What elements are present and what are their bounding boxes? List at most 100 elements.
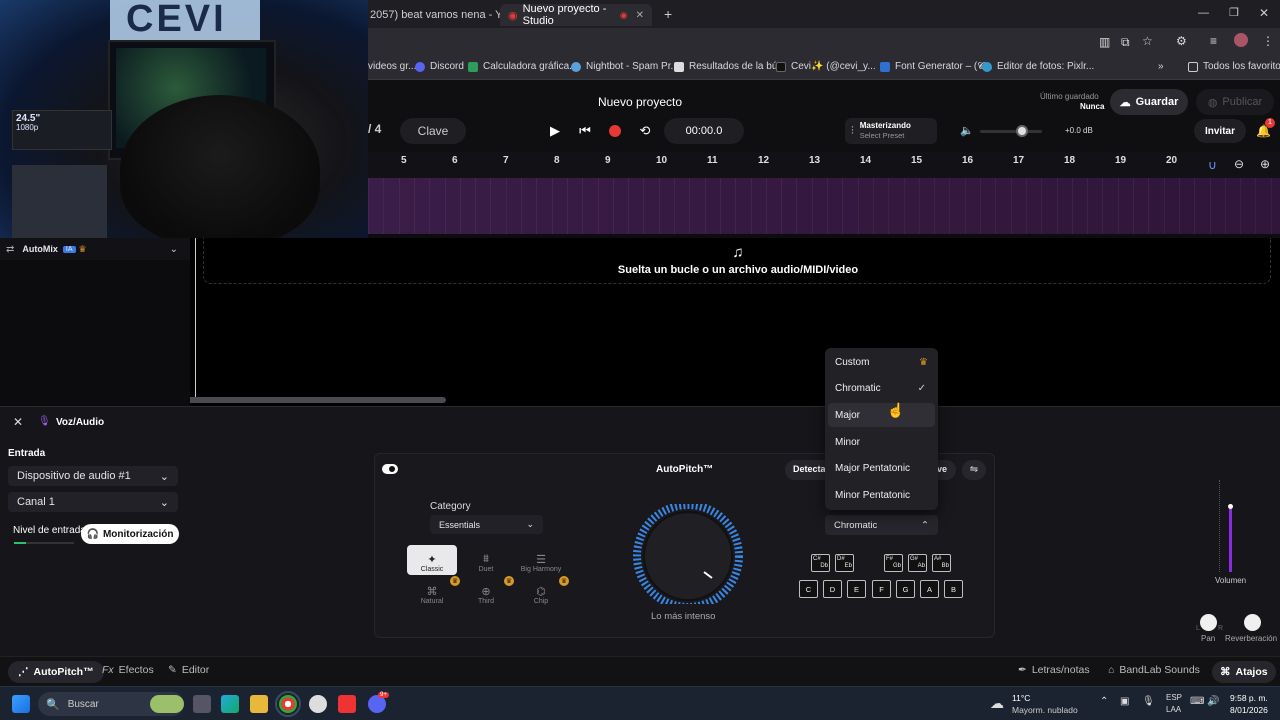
skip-back-button[interactable]: ⏮ [575,121,595,141]
new-tab-button[interactable]: + [664,6,672,22]
key-f-sharp[interactable]: F# Gb [884,554,903,572]
scale-option-major-pentatonic[interactable]: Major Pentatonic [825,456,938,480]
chrome-icon[interactable] [275,691,301,717]
key-c-sharp[interactable]: C# Db [811,554,830,572]
master-volume-slider[interactable] [980,130,1042,133]
bookmark-discord[interactable]: Discord [415,61,464,72]
speaker-icon[interactable]: 🔊 [1207,696,1219,707]
more-bookmarks-icon[interactable]: » [1158,61,1164,72]
reading-icon[interactable]: ▥ [1099,35,1110,49]
bookmark-item[interactable]: Nightbot - Spam Pr... [571,61,679,72]
zoom-in-icon[interactable]: ⊕ [1260,157,1270,171]
play-button[interactable]: ▶ [545,121,565,141]
media-icon[interactable]: ≡ [1210,34,1217,48]
scale-select[interactable]: Chromatic ⌃ [825,515,938,535]
clock-date[interactable]: 8/01/2026 [1230,705,1268,715]
drop-zone[interactable]: ♫ Suelta un bucle o un archivo audio/MID… [203,238,1271,284]
star-icon[interactable]: ☆ [1142,34,1153,48]
scale-option-major[interactable]: Major [828,403,935,427]
monitoring-button[interactable]: 🎧 Monitorización [81,524,179,544]
key-f[interactable]: F [872,580,891,598]
autopitch-toggle[interactable] [382,464,398,474]
key-e[interactable]: E [847,580,866,598]
app-icon[interactable] [309,695,327,713]
project-title[interactable]: Nuevo proyecto [598,95,682,109]
mastering-button[interactable]: ⫶ Masterizando Select Preset [845,118,937,144]
bookmark-item[interactable]: Font Generator – (𝓒... [880,61,993,72]
settings-sliders-icon[interactable]: ⇋ [962,460,986,480]
key-a[interactable]: A [920,580,939,598]
scale-option-custom[interactable]: Custom ♛ [825,350,938,374]
taskbar-search[interactable]: 🔍 Buscar [38,692,184,716]
language-code[interactable]: ESP [1166,693,1182,702]
cast-icon[interactable]: ⧉ [1121,35,1130,50]
minimize-icon[interactable]: — [1198,7,1209,19]
category-big-harmony[interactable]: ☰ Big Harmony [516,545,566,575]
chevron-down-icon[interactable]: ⌄ [170,244,178,255]
tab-lyrics[interactable]: ✒ Letras/notas [1018,664,1090,676]
publish-button[interactable]: ◍ Publicar [1196,89,1274,115]
scale-option-minor[interactable]: Minor [825,430,938,454]
volume-icon[interactable]: 🔈 [960,124,974,137]
scale-option-chromatic[interactable]: Chromatic ✓ [825,376,938,400]
category-classic[interactable]: ✦ Classic [407,545,457,575]
menu-icon[interactable]: ⋮ [1262,34,1274,48]
zoom-out-icon[interactable]: ⊖ [1234,157,1244,171]
windows-start-icon[interactable] [12,695,30,713]
key-b[interactable]: B [944,580,963,598]
loop-button[interactable]: ⟲ [635,121,655,141]
profile-avatar[interactable] [1234,33,1248,47]
bookmark-item[interactable]: Calculadora gráfica... [468,61,578,72]
tab-studio[interactable]: ◉ Nuevo proyecto - Studio ◉ ✕ [500,3,652,27]
record-button[interactable] [605,121,625,141]
bookmark-item[interactable]: Cevi✨ (@cevi_y... [776,61,876,72]
keyboard-layout[interactable]: LAA [1166,705,1181,714]
automix-row[interactable]: ⇄ AutoMix IA ♛ ⌄ [0,238,190,260]
invite-button[interactable]: Invitar [1194,119,1246,143]
key-button[interactable]: Clave [400,118,466,144]
bookmark-item[interactable]: Resultados de la bú... [674,61,786,72]
tiktok-icon[interactable] [338,695,356,713]
key-g[interactable]: G [896,580,915,598]
pan-knob[interactable] [1200,614,1217,631]
microphone-icon[interactable]: 🎙 [1142,696,1155,707]
file-explorer-icon[interactable] [250,695,268,713]
weather-icon[interactable]: ☁ [990,695,1004,712]
tray-app-icon[interactable]: ▣ [1120,696,1129,707]
key-g-sharp[interactable]: G# Ab [908,554,927,572]
volume-fader-thumb[interactable] [1228,504,1233,509]
all-favorites[interactable]: Todos los favoritos [1188,61,1280,72]
channel-select[interactable]: Canal 1 ⌄ [8,492,178,512]
track-lane[interactable] [368,178,1280,234]
key-c[interactable]: C [799,580,818,598]
close-icon[interactable]: ✕ [636,10,644,21]
intensity-knob[interactable] [628,504,748,604]
extensions-icon[interactable]: ⚙ [1176,34,1187,48]
tempo-value[interactable]: / 4 [368,122,381,136]
category-duet[interactable]: ⩩ Duet [461,545,511,575]
key-a-sharp[interactable]: A# Bb [932,554,951,572]
edge-icon[interactable] [221,695,239,713]
volume-fader[interactable] [1214,480,1233,572]
bookmark-item[interactable]: Editor de fotos: Pixlr... [982,61,1094,72]
horizontal-scrollbar[interactable] [186,397,446,403]
task-view-icon[interactable] [193,695,211,713]
tab-effects[interactable]: Fx Efectos [102,664,154,676]
tray-chevron-icon[interactable]: ⌃ [1100,696,1108,707]
clock-time[interactable]: 9:58 p. m. [1230,693,1268,703]
magnet-icon[interactable]: ∪ [1208,158,1217,172]
maximize-icon[interactable]: ❐ [1229,6,1239,19]
tab-autopitch[interactable]: ⋰ AutoPitch™ [8,661,104,683]
bookmark-item[interactable]: videos gr... [368,61,416,72]
tab-editor[interactable]: ✎ Editor [168,664,209,676]
reverb-knob[interactable] [1244,614,1261,631]
tab-bandlab-sounds[interactable]: ⌂ BandLab Sounds [1108,664,1200,676]
playhead[interactable] [195,238,196,398]
key-d[interactable]: D [823,580,842,598]
save-button[interactable]: ☁ Guardar [1110,89,1188,115]
tab-shortcuts[interactable]: ⌘ Atajos [1212,661,1276,683]
timeline-ruler[interactable]: 5 6 7 8 9 10 11 12 13 14 15 16 17 18 19 20 [368,152,1280,178]
master-volume-thumb[interactable] [1016,125,1028,137]
scale-option-minor-pentatonic[interactable]: Minor Pentatonic [825,483,938,507]
audio-device-select[interactable]: Dispositivo de audio #1 ⌄ [8,466,178,486]
